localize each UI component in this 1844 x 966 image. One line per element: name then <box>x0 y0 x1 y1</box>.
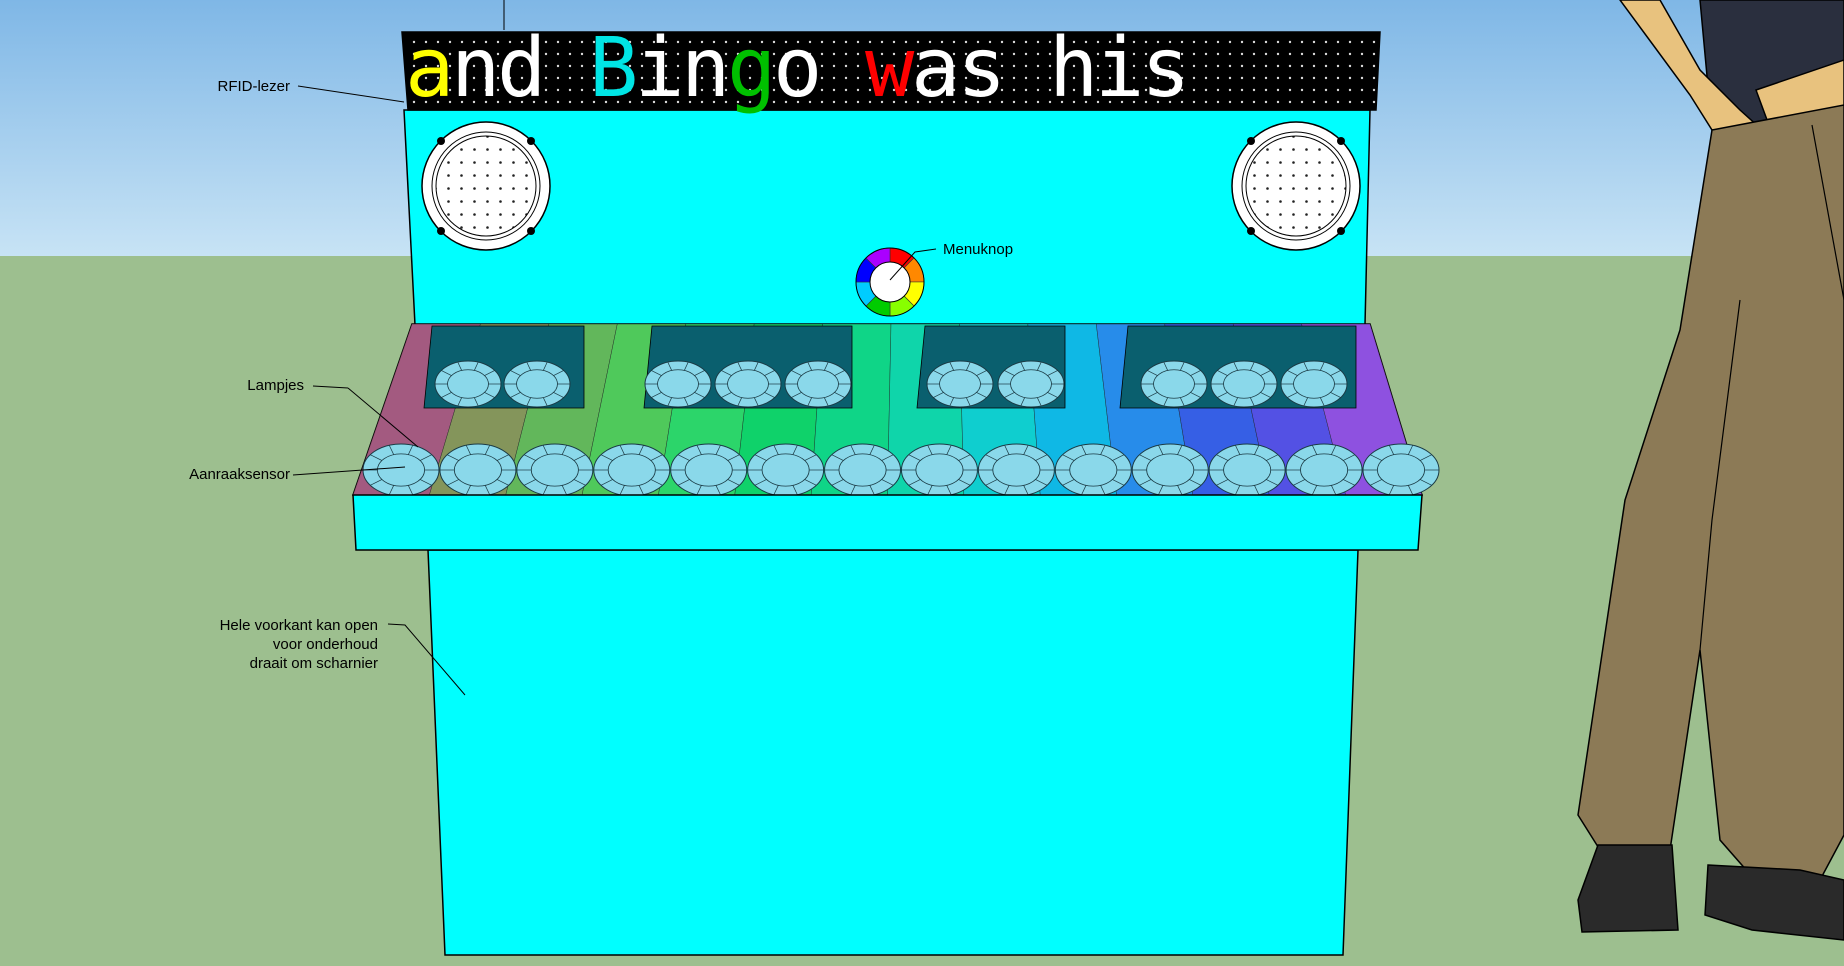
lamp-key[interactable] <box>1210 360 1278 408</box>
touch-sensor-key[interactable] <box>1285 443 1363 497</box>
marquee-letter: B <box>589 21 639 116</box>
lamp-key[interactable] <box>997 360 1065 408</box>
marquee-letter: o <box>773 21 823 116</box>
marquee-letter: a <box>405 21 455 116</box>
menu-knob-center[interactable] <box>869 261 911 303</box>
marquee-letter: s <box>1141 21 1191 116</box>
touch-sensor-key[interactable] <box>1208 443 1286 497</box>
label-front-door-line3: draait om scharnier <box>249 655 378 672</box>
touch-sensor-key[interactable] <box>900 443 978 497</box>
marquee-letter: i <box>1095 21 1145 116</box>
cabinet-front-door[interactable] <box>427 549 1359 956</box>
marquee-letter: a <box>911 21 961 116</box>
speker-right <box>1231 121 1361 251</box>
touch-sensor-key[interactable] <box>747 443 825 497</box>
marquee-letter <box>1003 31 1049 106</box>
lamp-key[interactable] <box>926 360 994 408</box>
label-front-door-line1: Hele voorkant kan open <box>219 617 378 634</box>
touch-sensor-key[interactable] <box>1054 443 1132 497</box>
marquee-letter: d <box>497 21 547 116</box>
marquee-letter <box>819 31 865 106</box>
speaker-left <box>421 121 551 251</box>
touch-sensor-key[interactable] <box>593 443 671 497</box>
menu-knob[interactable] <box>855 247 925 317</box>
label-front-door-line2: voor onderhoud <box>272 636 378 653</box>
marquee-text: and Bingo was his <box>405 21 1375 116</box>
marquee-letter: n <box>451 21 501 116</box>
touch-sensor-key[interactable] <box>1131 443 1209 497</box>
deck-front-edge <box>352 494 1423 551</box>
lamp-key[interactable] <box>1280 360 1348 408</box>
marquee-letter <box>543 31 589 106</box>
marquee-letter: g <box>727 21 777 116</box>
label-touch-sensor: Aanraaksensor <box>189 466 290 483</box>
touch-sensor-key[interactable] <box>516 443 594 497</box>
marquee-letter: h <box>1049 21 1099 116</box>
touch-sensor-key[interactable] <box>362 443 440 497</box>
touch-sensor-key[interactable] <box>439 443 517 497</box>
lamp-key[interactable] <box>784 360 852 408</box>
label-front-door: Hele voorkant kan open voor onderhoud dr… <box>170 616 378 673</box>
keyboard-deck <box>351 323 1440 497</box>
touch-sensor-key[interactable] <box>977 443 1055 497</box>
lamp-key[interactable] <box>714 360 782 408</box>
touch-sensor-key[interactable] <box>1362 443 1440 497</box>
lamp-key[interactable] <box>434 360 502 408</box>
marquee-letter: i <box>635 21 685 116</box>
lamp-key[interactable] <box>644 360 712 408</box>
touch-sensor-key[interactable] <box>670 443 748 497</box>
lamp-key[interactable] <box>503 360 571 408</box>
lamp-key[interactable] <box>1140 360 1208 408</box>
label-lamps: Lampjes <box>247 377 304 394</box>
marquee-letter: s <box>957 21 1007 116</box>
marquee-letter: n <box>681 21 731 116</box>
label-rfid-reader: RFID-lezer <box>217 78 290 95</box>
touch-sensor-key[interactable] <box>824 443 902 497</box>
marquee-letter: w <box>865 21 915 116</box>
label-menu-knob: Menuknop <box>943 241 1014 258</box>
